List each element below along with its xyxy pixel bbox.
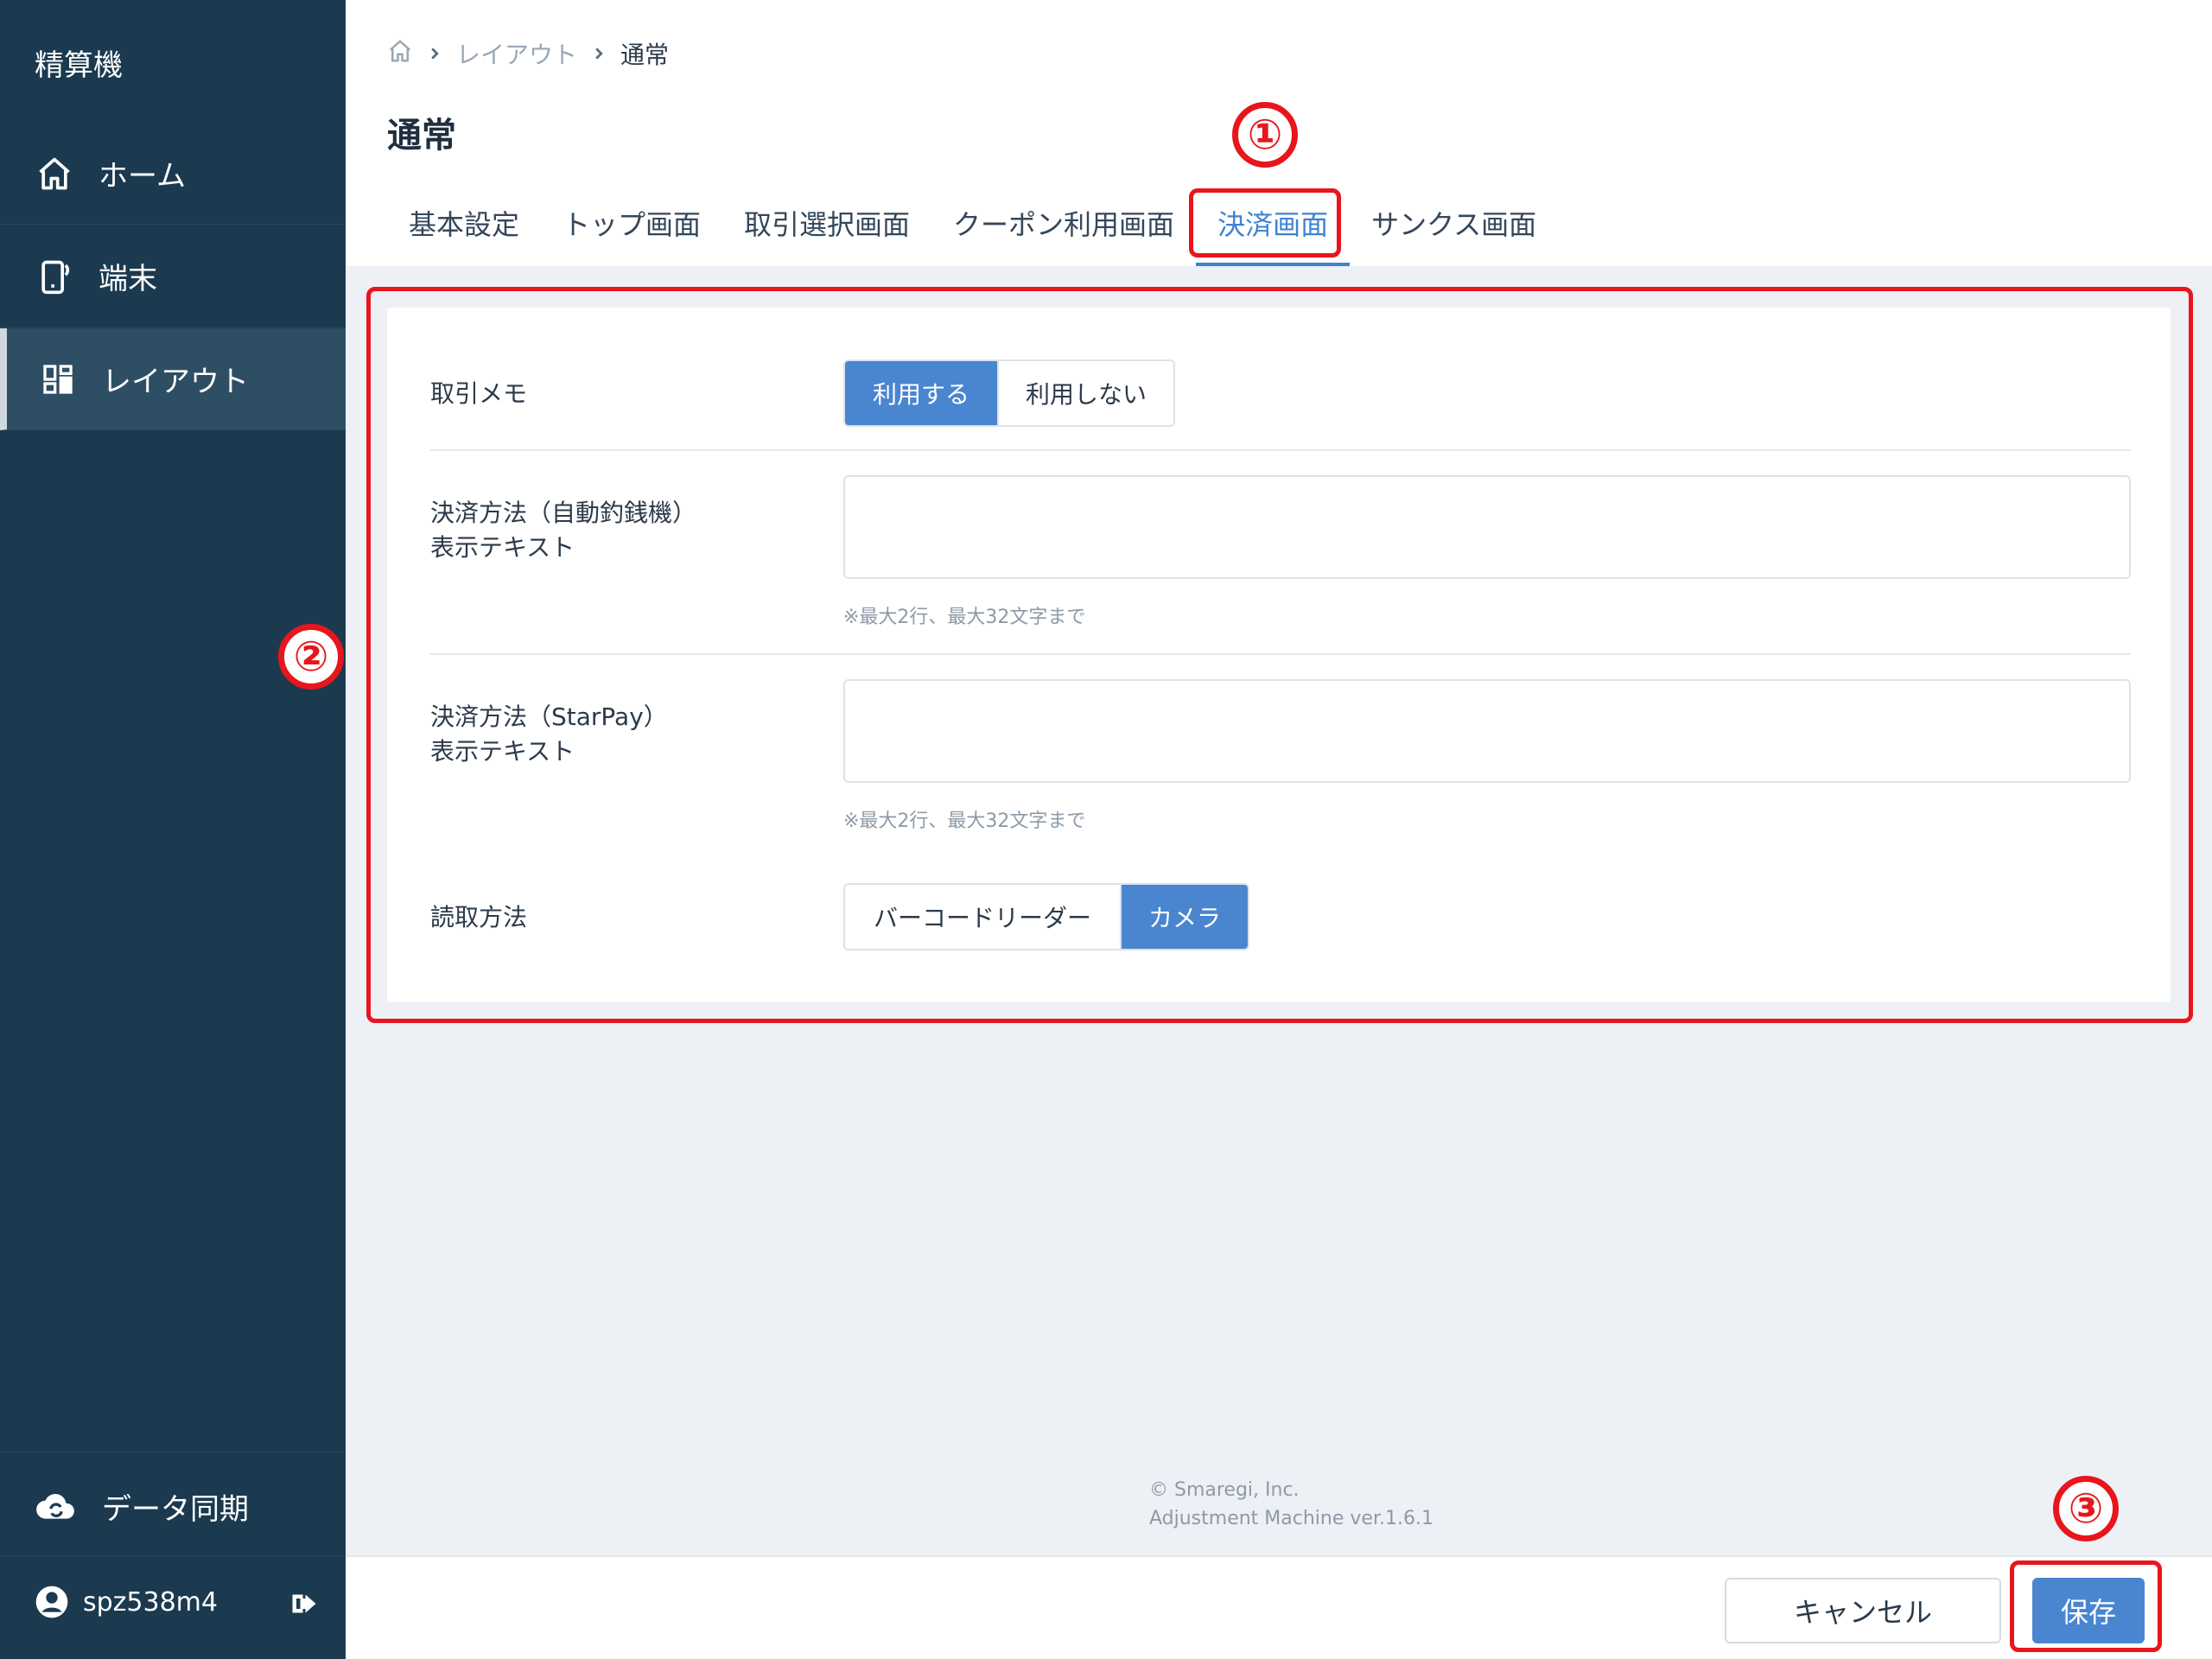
divider bbox=[0, 1555, 346, 1556]
sync-label: データ同期 bbox=[102, 1491, 249, 1527]
app-title: 精算機 bbox=[35, 48, 123, 83]
copyright-text: © Smaregi, Inc. bbox=[1149, 1479, 1300, 1501]
tab-top-screen[interactable]: トップ画面 bbox=[541, 202, 722, 266]
chevron-right-icon bbox=[431, 48, 439, 60]
breadcrumb: レイアウト 通常 bbox=[387, 36, 669, 71]
home-icon bbox=[35, 154, 74, 194]
breadcrumb-current: 通常 bbox=[620, 41, 670, 69]
copyright: © Smaregi, Inc. Adjustment Machine ver.1… bbox=[1149, 1476, 1433, 1533]
sidebar-item-label: 端末 bbox=[99, 262, 157, 296]
breadcrumb-layout[interactable]: レイアウト bbox=[456, 36, 577, 71]
tab-transaction-select[interactable]: 取引選択画面 bbox=[722, 202, 931, 266]
username: spz538m4 bbox=[83, 1586, 218, 1618]
sidebar-item-layout[interactable]: レイアウト bbox=[0, 328, 346, 430]
annotation-number-2: ② bbox=[278, 624, 344, 690]
sidebar-item-home[interactable]: ホーム bbox=[0, 123, 346, 225]
cancel-button[interactable]: キャンセル bbox=[1725, 1578, 2001, 1643]
user-account: spz538m4 bbox=[35, 1585, 320, 1619]
breadcrumb-home-icon[interactable] bbox=[387, 38, 413, 70]
sidebar: 精算機 ホーム 端末 レイアウト データ同期 spz538m4 bbox=[0, 0, 346, 1659]
sidebar-item-terminal[interactable]: 端末 bbox=[0, 226, 346, 327]
tab-coupon-screen[interactable]: クーポン利用画面 bbox=[931, 202, 1196, 266]
data-sync-button[interactable]: データ同期 bbox=[35, 1484, 249, 1528]
annotation-box-payment-tab bbox=[1189, 188, 1341, 257]
annotation-number-1: ① bbox=[1232, 102, 1298, 168]
tab-basic-settings[interactable]: 基本設定 bbox=[387, 202, 541, 266]
annotation-box-form bbox=[366, 287, 2193, 1023]
layout-grid-icon bbox=[38, 359, 78, 399]
logout-icon[interactable] bbox=[289, 1588, 320, 1619]
tab-bar: 基本設定 トップ画面 取引選択画面 クーポン利用画面 決済画面 サンクス画面 bbox=[387, 202, 1558, 266]
version-text: Adjustment Machine ver.1.6.1 bbox=[1149, 1508, 1433, 1529]
device-icon bbox=[35, 257, 74, 296]
tab-thanks-screen[interactable]: サンクス画面 bbox=[1350, 202, 1558, 266]
sidebar-item-label: レイアウト bbox=[102, 365, 249, 399]
annotation-box-save bbox=[2010, 1560, 2162, 1652]
chevron-right-icon bbox=[595, 48, 603, 60]
user-avatar-icon bbox=[35, 1585, 69, 1619]
annotation-number-3: ③ bbox=[2053, 1476, 2119, 1541]
page-title: 通常 bbox=[387, 116, 456, 156]
sidebar-item-label: ホーム bbox=[99, 159, 186, 194]
cloud-sync-icon bbox=[35, 1484, 78, 1528]
action-bar: キャンセル 保存 bbox=[346, 1555, 2212, 1659]
